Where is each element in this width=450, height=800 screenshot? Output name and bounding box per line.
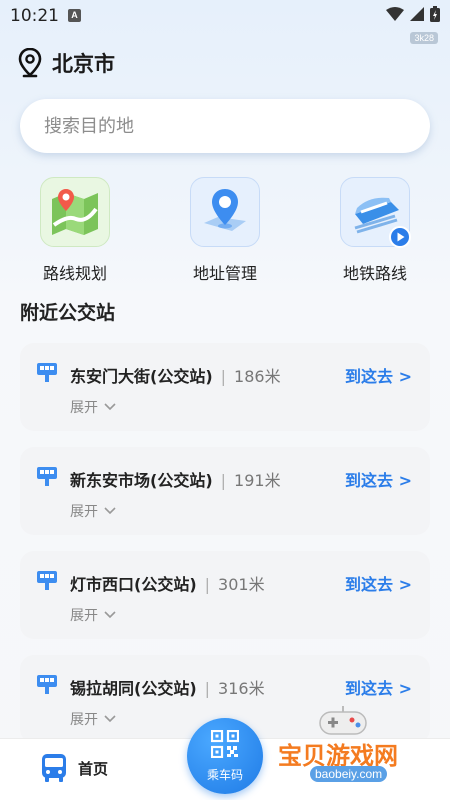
expand-label: 展开 xyxy=(70,608,98,624)
qr-button-label: 乘车码 xyxy=(206,768,243,782)
expand-toggle[interactable]: 展开 xyxy=(70,605,116,625)
stop-distance: 186米 xyxy=(234,367,281,386)
stop-info: 锡拉胡同(公交站) | 316米 xyxy=(70,675,265,699)
subway-train-icon xyxy=(340,177,411,248)
shortcut-label: 路线规划 xyxy=(42,264,107,283)
search-input[interactable] xyxy=(44,113,404,139)
signal-icon xyxy=(410,7,424,21)
bus-stop-icon xyxy=(37,363,57,382)
notification-icon: A xyxy=(68,9,81,22)
expand-toggle[interactable]: 展开 xyxy=(70,397,116,417)
search-bar[interactable] xyxy=(20,99,430,153)
stop-distance: 191米 xyxy=(234,471,281,490)
go-here-link[interactable]: 到这去 > xyxy=(345,363,412,387)
bus-stop-icon xyxy=(37,675,57,694)
location-pin-icon xyxy=(18,48,42,78)
qr-code-icon xyxy=(211,730,239,758)
expand-label: 展开 xyxy=(70,712,98,728)
stop-name: 新东安市场(公交站) xyxy=(70,471,213,490)
chevron-down-icon xyxy=(104,715,116,723)
shortcut-row: 路线规划 地址管理 地铁路线 xyxy=(0,177,450,287)
shortcut-label: 地址管理 xyxy=(192,264,257,283)
watermark-url: baobeiy.com xyxy=(310,766,388,782)
bus-stop-card[interactable]: 灯市西口(公交站) | 301米 到这去 > 展开 xyxy=(20,551,430,639)
gamepad-icon xyxy=(319,706,367,735)
play-icon xyxy=(389,226,411,248)
shortcut-address-management[interactable]: 地址管理 xyxy=(170,177,280,284)
expand-label: 展开 xyxy=(70,400,98,416)
ride-qr-code-button[interactable]: 乘车码 xyxy=(187,718,263,794)
stop-distance: 301米 xyxy=(218,575,265,594)
separator: | xyxy=(204,679,211,698)
separator: | xyxy=(220,367,227,386)
watermark: 宝贝游戏网 baobeiy.com xyxy=(272,706,448,798)
city-label: 北京市 xyxy=(52,52,115,76)
section-title-nearby: 附近公交站 xyxy=(20,302,116,324)
chevron-down-icon xyxy=(104,403,116,411)
bus-stop-icon xyxy=(37,467,57,486)
expand-label: 展开 xyxy=(70,504,98,520)
stop-info: 新东安市场(公交站) | 191米 xyxy=(70,467,281,491)
shortcut-label: 地铁路线 xyxy=(342,264,407,283)
bus-stop-card[interactable]: 东安门大街(公交站) | 186米 到这去 > 展开 xyxy=(20,343,430,431)
stop-info: 灯市西口(公交站) | 301米 xyxy=(70,571,265,595)
battery-icon xyxy=(430,6,440,22)
shortcut-subway-route[interactable]: 地铁路线 xyxy=(320,177,430,284)
stop-name: 东安门大街(公交站) xyxy=(70,367,213,386)
stop-info: 东安门大街(公交站) | 186米 xyxy=(70,363,281,387)
stop-name: 灯市西口(公交站) xyxy=(70,575,197,594)
separator: | xyxy=(220,471,227,490)
status-badge: 3k28 xyxy=(410,32,438,44)
expand-toggle[interactable]: 展开 xyxy=(70,709,116,729)
tab-home[interactable]: 首页 xyxy=(40,753,108,783)
chevron-down-icon xyxy=(104,507,116,515)
go-here-link[interactable]: 到这去 > xyxy=(345,571,412,595)
status-icons xyxy=(386,6,440,22)
location-selector[interactable]: 北京市 xyxy=(18,48,115,78)
stop-name: 锡拉胡同(公交站) xyxy=(70,679,197,698)
shortcut-route-planning[interactable]: 路线规划 xyxy=(20,177,130,284)
bus-icon xyxy=(42,754,66,782)
stop-distance: 316米 xyxy=(218,679,265,698)
chevron-down-icon xyxy=(104,611,116,619)
expand-toggle[interactable]: 展开 xyxy=(70,501,116,521)
tab-home-label: 首页 xyxy=(78,759,109,778)
status-time: 10:21 xyxy=(10,6,59,26)
separator: | xyxy=(204,575,211,594)
bus-stop-card[interactable]: 新东安市场(公交站) | 191米 到这去 > 展开 xyxy=(20,447,430,535)
go-here-link[interactable]: 到这去 > xyxy=(345,467,412,491)
bus-stop-icon xyxy=(37,571,57,590)
status-bar: 10:21 A xyxy=(0,0,450,32)
wifi-icon xyxy=(386,7,404,21)
route-map-icon xyxy=(40,177,110,247)
go-here-link[interactable]: 到这去 > xyxy=(345,675,412,699)
address-pin-icon xyxy=(190,177,260,247)
